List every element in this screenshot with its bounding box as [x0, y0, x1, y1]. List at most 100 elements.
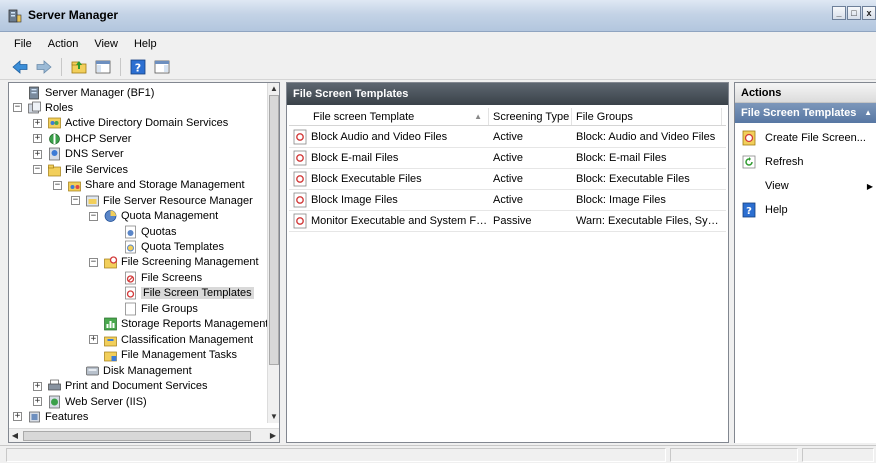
tree-item-label: File Screens — [141, 271, 203, 284]
minimize-button[interactable]: _ — [832, 6, 846, 20]
actions-section-header[interactable]: File Screen Templates ▲ — [735, 103, 876, 123]
tree-item-label: Quota Management — [121, 210, 219, 223]
menu-view[interactable]: View — [86, 38, 126, 50]
menu-help[interactable]: Help — [126, 38, 165, 50]
close-button[interactable]: x — [862, 6, 876, 20]
expand-icon[interactable]: + — [33, 134, 42, 144]
scroll-thumb[interactable] — [23, 431, 251, 441]
cell-template: Block Image Files — [311, 194, 398, 206]
up-level-button[interactable] — [69, 57, 89, 77]
tree-item-label: DNS Server — [65, 148, 124, 161]
menu-file[interactable]: File — [6, 38, 40, 50]
tree-item-classification-management[interactable]: + Classification Management — [89, 332, 253, 347]
tree-item-server-manager-bf1[interactable]: Server Manager (BF1) — [13, 85, 154, 100]
expand-icon[interactable]: + — [33, 397, 42, 406]
cell-template: Monitor Executable and System Files — [311, 215, 489, 227]
tree-item-file-screens[interactable]: File Screens — [123, 270, 202, 285]
file-screen-template-icon — [293, 150, 307, 166]
action-label: Create File Screen... — [765, 132, 866, 144]
tree-item-web-server-iis[interactable]: + Web Server (IIS) — [33, 394, 147, 409]
table-row[interactable]: Block Executable Files Active Block: Execu… — [289, 169, 726, 190]
tree-item-dns-server[interactable]: + DNS Server — [33, 147, 124, 162]
tree-item-roles[interactable]: − Roles — [13, 100, 73, 115]
cell-screening-type: Active — [493, 173, 523, 185]
tree-item-file-services[interactable]: − File Services — [33, 162, 128, 177]
expand-icon[interactable]: + — [89, 335, 98, 345]
tree-item-print-and-document-services[interactable]: + Print and Document Services — [33, 379, 207, 394]
tree-item-dhcp-server[interactable]: + DHCP Server — [33, 131, 131, 146]
action-refresh[interactable]: Refresh — [735, 151, 876, 173]
collapse-icon[interactable]: − — [89, 257, 98, 267]
scroll-thumb[interactable] — [269, 95, 279, 365]
toolbar-separator — [120, 57, 121, 76]
tree-item-label: File Screen Templates — [141, 287, 254, 300]
dhcp-icon — [49, 133, 60, 145]
show-hide-action-pane-button[interactable] — [152, 57, 172, 77]
help-toolbar-button[interactable]: ? — [128, 57, 148, 77]
collapse-icon[interactable]: − — [89, 211, 98, 221]
tree-item-file-groups[interactable]: File Groups — [123, 301, 198, 316]
tree-horizontal-scrollbar[interactable]: ◀ ▶ — [9, 428, 279, 442]
tree-item-label: Quota Templates — [141, 241, 224, 253]
file-screen-template-icon — [293, 213, 307, 229]
tree-item-disk-management[interactable]: Disk Management — [71, 363, 192, 378]
tree-item-file-screening-management[interactable]: − File Screening Management — [89, 255, 259, 270]
collapse-icon[interactable]: − — [33, 165, 42, 175]
column-header-template[interactable]: File screen Template ▲ — [289, 108, 489, 125]
action-label: View — [765, 180, 789, 192]
table-row[interactable]: Block Image Files Active Block: Image File… — [289, 190, 726, 211]
cell-screening-type: Active — [493, 194, 523, 206]
collapse-icon[interactable]: − — [53, 180, 62, 190]
tree-item-quota-management[interactable]: − Quota Management — [89, 209, 218, 224]
tree-item-label: Storage Reports Management — [121, 318, 269, 331]
table-row[interactable]: Block E-mail Files Active Block: E-mail Fi… — [289, 148, 726, 169]
tree-item-quota-templates[interactable]: Quota Templates — [123, 240, 224, 255]
collapse-icon[interactable]: − — [13, 103, 22, 113]
action-create-file-screen[interactable]: Create File Screen... — [735, 127, 876, 149]
tree-item-storage-reports-management[interactable]: Storage Reports Management — [89, 317, 268, 332]
cell-file-groups: Block: Audio and Video Files — [576, 131, 716, 143]
forward-button[interactable] — [34, 57, 54, 77]
tree-item-label: File Groups — [141, 302, 198, 315]
expand-icon[interactable]: + — [33, 118, 42, 128]
column-header-screening-type[interactable]: Screening Type — [489, 108, 572, 125]
tree-item-share-and-storage-management[interactable]: − Share and Storage Management — [53, 178, 245, 193]
collapse-icon[interactable]: − — [71, 196, 80, 206]
tree-item-label: Active Directory Domain Services — [65, 117, 229, 130]
column-header-file-groups[interactable]: File Groups — [572, 108, 722, 125]
scroll-up-arrow[interactable]: ▲ — [268, 83, 279, 95]
tree-item-file-management-tasks[interactable]: File Management Tasks — [89, 348, 237, 363]
cell-file-groups: Block: Executable Files — [576, 173, 690, 185]
menu-action[interactable]: Action — [40, 38, 87, 50]
action-help[interactable]: ? Help — [735, 199, 876, 221]
tree-item-active-directory-domain-services[interactable]: + Active Directory Domain Services — [33, 116, 228, 131]
tree-item-label: Print and Document Services — [65, 380, 208, 393]
expand-icon[interactable]: + — [33, 149, 42, 159]
tree-item-file-screen-templates[interactable]: File Screen Templates — [123, 286, 254, 301]
reports-icon — [104, 317, 117, 331]
maximize-button[interactable]: □ — [847, 6, 861, 20]
tree-item-features[interactable]: + Features — [13, 409, 88, 423]
tree-item-label: Server Manager (BF1) — [45, 86, 155, 99]
results-pane: File Screen Templates File screen Templa… — [286, 82, 729, 443]
table-row[interactable]: Block Audio and Video Files Active Block: … — [289, 127, 726, 148]
help-icon: ? — [130, 59, 146, 74]
action-view[interactable]: View ▶ — [735, 175, 876, 197]
classification-icon — [104, 336, 117, 347]
file-screen-template-icon — [293, 171, 307, 187]
show-hide-tree-button[interactable] — [93, 57, 113, 77]
scroll-left-arrow[interactable]: ◀ — [9, 429, 21, 442]
tree-item-quotas[interactable]: Quotas — [123, 224, 176, 239]
table-row[interactable]: Monitor Executable and System Files Passi… — [289, 211, 726, 232]
tree-vertical-scrollbar[interactable]: ▲ ▼ — [267, 83, 279, 423]
svg-text:?: ? — [746, 206, 752, 217]
scroll-down-arrow[interactable]: ▼ — [268, 411, 279, 423]
expand-icon[interactable]: + — [13, 412, 22, 422]
scroll-right-arrow[interactable]: ▶ — [267, 429, 279, 442]
tree-item-file-server-resource-manager[interactable]: − File Server Resource Manager — [71, 193, 253, 208]
back-button[interactable] — [10, 57, 30, 77]
status-bar — [0, 445, 876, 463]
expand-icon[interactable]: + — [33, 381, 42, 391]
toolbar-separator — [61, 57, 62, 76]
actions-title: Actions — [735, 83, 876, 103]
